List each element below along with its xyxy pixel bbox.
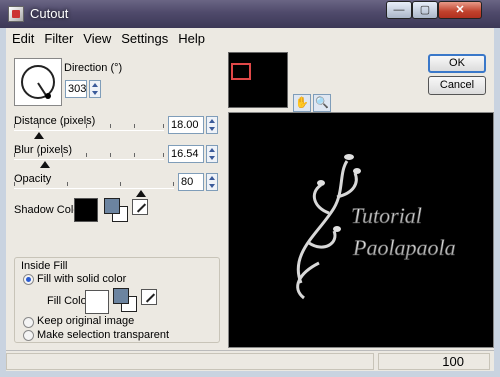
window-frame: Edit Filter View Settings Help Direction…: [0, 28, 500, 377]
distance-slider[interactable]: [14, 124, 164, 139]
opacity-slider-thumb[interactable]: [136, 190, 146, 197]
direction-input[interactable]: 303: [65, 80, 87, 98]
fill-solid-radio[interactable]: [23, 274, 34, 285]
shadow-color-swatch[interactable]: [74, 198, 98, 222]
fill-fg-color-chip[interactable]: [113, 288, 129, 304]
menu-bar: Edit Filter View Settings Help: [6, 30, 209, 50]
distance-spinner[interactable]: [206, 116, 218, 134]
preview-text-line1: Tutorial: [351, 203, 422, 228]
transparent-label[interactable]: Make selection transparent: [37, 329, 169, 341]
window-title: Cutout: [30, 6, 69, 21]
blur-slider[interactable]: [14, 153, 164, 168]
blur-input[interactable]: 16.54: [168, 145, 204, 163]
keep-original-label[interactable]: Keep original image: [37, 315, 134, 327]
menu-edit[interactable]: Edit: [6, 30, 38, 50]
inside-fill-group: Inside Fill Fill with solid color Fill C…: [14, 257, 220, 343]
inside-fill-title: Inside Fill: [21, 260, 68, 272]
distance-input[interactable]: 18.00: [168, 116, 204, 134]
maximize-button[interactable]: ▢: [412, 1, 438, 19]
keep-original-radio[interactable]: [23, 317, 34, 328]
direction-dial[interactable]: [14, 58, 62, 106]
zoom-level: 100: [442, 354, 464, 369]
direction-spinner[interactable]: [89, 80, 101, 98]
menu-view[interactable]: View: [77, 30, 115, 50]
shadow-eyedropper-icon[interactable]: [132, 199, 148, 215]
fill-color-swatch[interactable]: [85, 290, 109, 314]
dial-handle[interactable]: [45, 93, 51, 99]
window-client: Edit Filter View Settings Help Direction…: [6, 28, 494, 371]
app-icon: [8, 6, 24, 22]
opacity-input[interactable]: 80: [178, 173, 204, 191]
fill-solid-label[interactable]: Fill with solid color: [37, 273, 126, 285]
navigator-view-rect[interactable]: [231, 63, 251, 80]
menu-help[interactable]: Help: [172, 30, 209, 50]
status-cell-main: [6, 353, 374, 370]
ok-button[interactable]: OK: [428, 54, 486, 73]
blur-slider-thumb[interactable]: [40, 161, 50, 168]
shadow-color-label: Shadow Color: [14, 204, 84, 216]
settings-panel: Direction (°) 303 Distance (pixels) 18.0…: [6, 52, 228, 350]
blur-spinner[interactable]: [206, 145, 218, 163]
menu-filter[interactable]: Filter: [38, 30, 77, 50]
navigator-thumbnail[interactable]: [228, 52, 288, 108]
preview-artwork: Tutorial Paolapaola: [296, 154, 456, 300]
menu-settings[interactable]: Settings: [115, 30, 172, 50]
cancel-button[interactable]: Cancel: [428, 76, 486, 95]
transparent-radio[interactable]: [23, 330, 34, 341]
opacity-slider[interactable]: [14, 182, 174, 197]
preview-pane[interactable]: Tutorial Paolapaola: [228, 112, 494, 348]
minimize-button[interactable]: —: [386, 1, 412, 19]
fill-color-label: Fill Color: [47, 295, 91, 307]
direction-label: Direction (°): [64, 62, 123, 74]
flourish-ornament: [296, 160, 358, 300]
shadow-fg-color-chip[interactable]: [104, 198, 120, 214]
opacity-spinner[interactable]: [206, 173, 218, 191]
status-cell-zoom: [378, 353, 490, 370]
fill-eyedropper-icon[interactable]: [141, 289, 157, 305]
title-bar: Cutout — ▢ ✕: [0, 0, 500, 28]
status-bar: 100: [6, 350, 494, 371]
zoom-magnifier-icon[interactable]: 🔍: [313, 94, 331, 112]
preview-text-line2: Paolapaola: [352, 235, 456, 260]
pan-hand-icon[interactable]: ✋: [293, 94, 311, 112]
close-button[interactable]: ✕: [438, 1, 482, 19]
distance-slider-thumb[interactable]: [34, 132, 44, 139]
